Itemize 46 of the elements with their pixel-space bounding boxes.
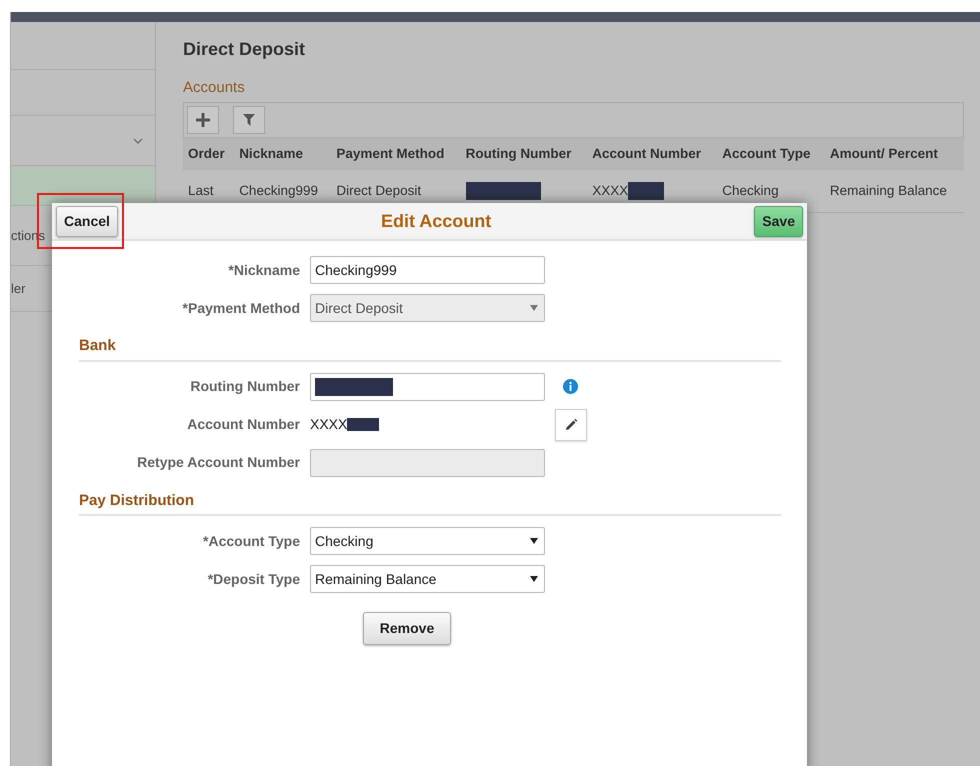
dialog-title: Edit Account (380, 210, 492, 232)
chevron-down-icon (133, 138, 143, 144)
section-heading: Pay Distribution (79, 490, 781, 516)
table-cell: Last (188, 182, 214, 198)
remove-button[interactable]: Remove (362, 612, 452, 645)
column-header[interactable]: Routing Number (460, 138, 588, 170)
section-heading: Accounts (183, 78, 246, 98)
filter-icon (242, 112, 256, 126)
field-label: Account Number (186, 415, 300, 434)
column-header[interactable]: Order (183, 138, 234, 170)
cancel-button[interactable]: Cancel (56, 206, 118, 236)
table-cell: Remaining Balance (830, 182, 947, 198)
field-label: Routing Number (189, 377, 300, 396)
filter-button[interactable] (233, 106, 265, 134)
field-label: *Nickname (227, 260, 300, 280)
field-label: *Payment Method (182, 298, 300, 318)
edit-button[interactable] (555, 408, 587, 440)
column-header[interactable]: Account Number (587, 138, 718, 170)
column-header[interactable]: Payment Method (331, 138, 461, 170)
dropdown-arrow-icon (530, 305, 538, 311)
plus-icon (195, 112, 211, 128)
select-field[interactable]: Remaining Balance (310, 565, 545, 593)
table-cell: Checking (722, 182, 779, 198)
field-label: *Deposit Type (206, 570, 300, 589)
field-label: Retype Account Number (136, 453, 300, 472)
dropdown-arrow-icon (530, 538, 538, 544)
table-cell: XXXX (592, 182, 664, 198)
table-cell: Checking999 (239, 182, 318, 198)
info-icon[interactable] (563, 379, 578, 394)
field-value: XXXX (310, 414, 545, 435)
select-field: Direct Deposit (310, 294, 545, 322)
dropdown-arrow-icon (530, 576, 538, 582)
add-button[interactable] (187, 106, 219, 134)
sidebar-item[interactable] (11, 166, 155, 206)
column-header[interactable]: Account Type (717, 138, 825, 170)
pencil-icon (564, 418, 578, 432)
section-heading: Bank (79, 335, 781, 362)
select-field[interactable]: Checking (310, 527, 545, 555)
save-button[interactable]: Save (754, 206, 803, 236)
page-title: Direct Deposit (183, 38, 306, 61)
column-header[interactable]: Amount/ Percent (824, 138, 964, 170)
column-header[interactable]: Nickname (234, 138, 332, 170)
field-label: *Account Type (202, 532, 300, 551)
input-field[interactable] (310, 372, 545, 400)
input-field[interactable]: Checking999 (310, 256, 545, 284)
table-cell: Direct Deposit (336, 182, 422, 198)
